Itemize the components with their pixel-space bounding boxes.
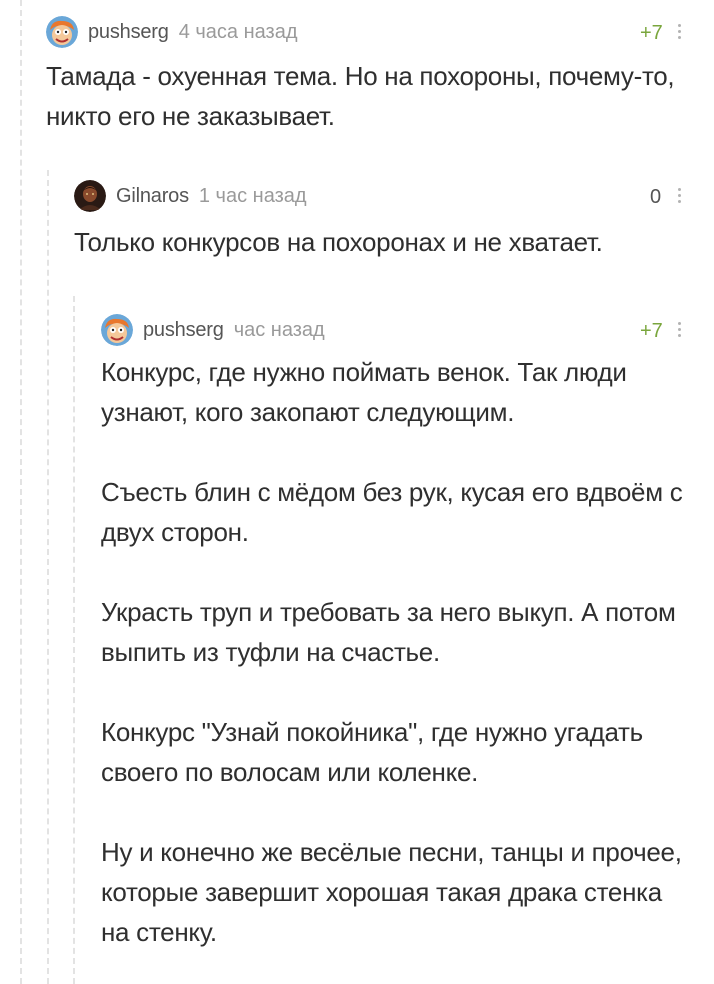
avatar[interactable] — [74, 180, 106, 212]
comment-author[interactable]: pushserg — [88, 21, 169, 44]
more-options-icon[interactable] — [678, 322, 682, 337]
dark-portrait-icon — [74, 180, 106, 212]
comment-time[interactable]: 4 часа назад — [179, 21, 298, 44]
thread-line-level-2[interactable] — [47, 170, 49, 984]
comment-paragraph: Только конкурсов на похоронах и не хвата… — [74, 227, 603, 257]
comment-author[interactable]: pushserg — [143, 319, 224, 342]
comment-header: Gilnaros 1 час назад 0 — [74, 178, 686, 214]
avatar[interactable] — [46, 16, 78, 48]
comment-text: Тамада - охуенная тема. Но на похороны, … — [46, 56, 682, 136]
more-options-icon[interactable] — [678, 188, 682, 203]
cartoon-face-icon — [101, 314, 133, 346]
thread-line-level-3[interactable] — [73, 296, 75, 984]
comment: pushserg 4 часа назад +7 Тамада - охуенн… — [46, 14, 686, 136]
avatar[interactable] — [101, 314, 133, 346]
comment-rating: 0 — [650, 186, 662, 208]
comment: Gilnaros 1 час назад 0 Только конкурсов … — [74, 178, 686, 262]
comment-header: pushserg час назад +7 — [101, 312, 686, 348]
comment-rating: +7 — [640, 320, 663, 342]
comment-paragraph: Тамада - охуенная тема. Но на похороны, … — [46, 61, 675, 131]
comment-time[interactable]: час назад — [234, 319, 325, 342]
comment-rating: +7 — [640, 22, 663, 44]
comment-paragraph: Съесть блин с мёдом без рук, кусая его в… — [101, 477, 683, 547]
comment-time[interactable]: 1 час назад — [199, 185, 307, 208]
comment-paragraph: Ну и конечно же весёлые песни, танцы и п… — [101, 837, 682, 947]
thread-line-level-1[interactable] — [20, 0, 22, 984]
comment: pushserg час назад +7 Конкурс, где нужно… — [101, 312, 686, 952]
cartoon-face-icon — [46, 16, 78, 48]
comment-author[interactable]: Gilnaros — [116, 185, 189, 208]
comment-paragraph: Конкурс "Узнай покойника", где нужно уга… — [101, 717, 643, 787]
comment-text: Конкурс, где нужно поймать венок. Так лю… — [101, 352, 686, 952]
more-options-icon[interactable] — [678, 24, 682, 39]
comment-header: pushserg 4 часа назад +7 — [46, 14, 686, 50]
comment-paragraph: Конкурс, где нужно поймать венок. Так лю… — [101, 357, 627, 427]
comment-paragraph: Украсть труп и требовать за него выкуп. … — [101, 597, 676, 667]
comment-text: Только конкурсов на похоронах и не хвата… — [74, 222, 682, 262]
